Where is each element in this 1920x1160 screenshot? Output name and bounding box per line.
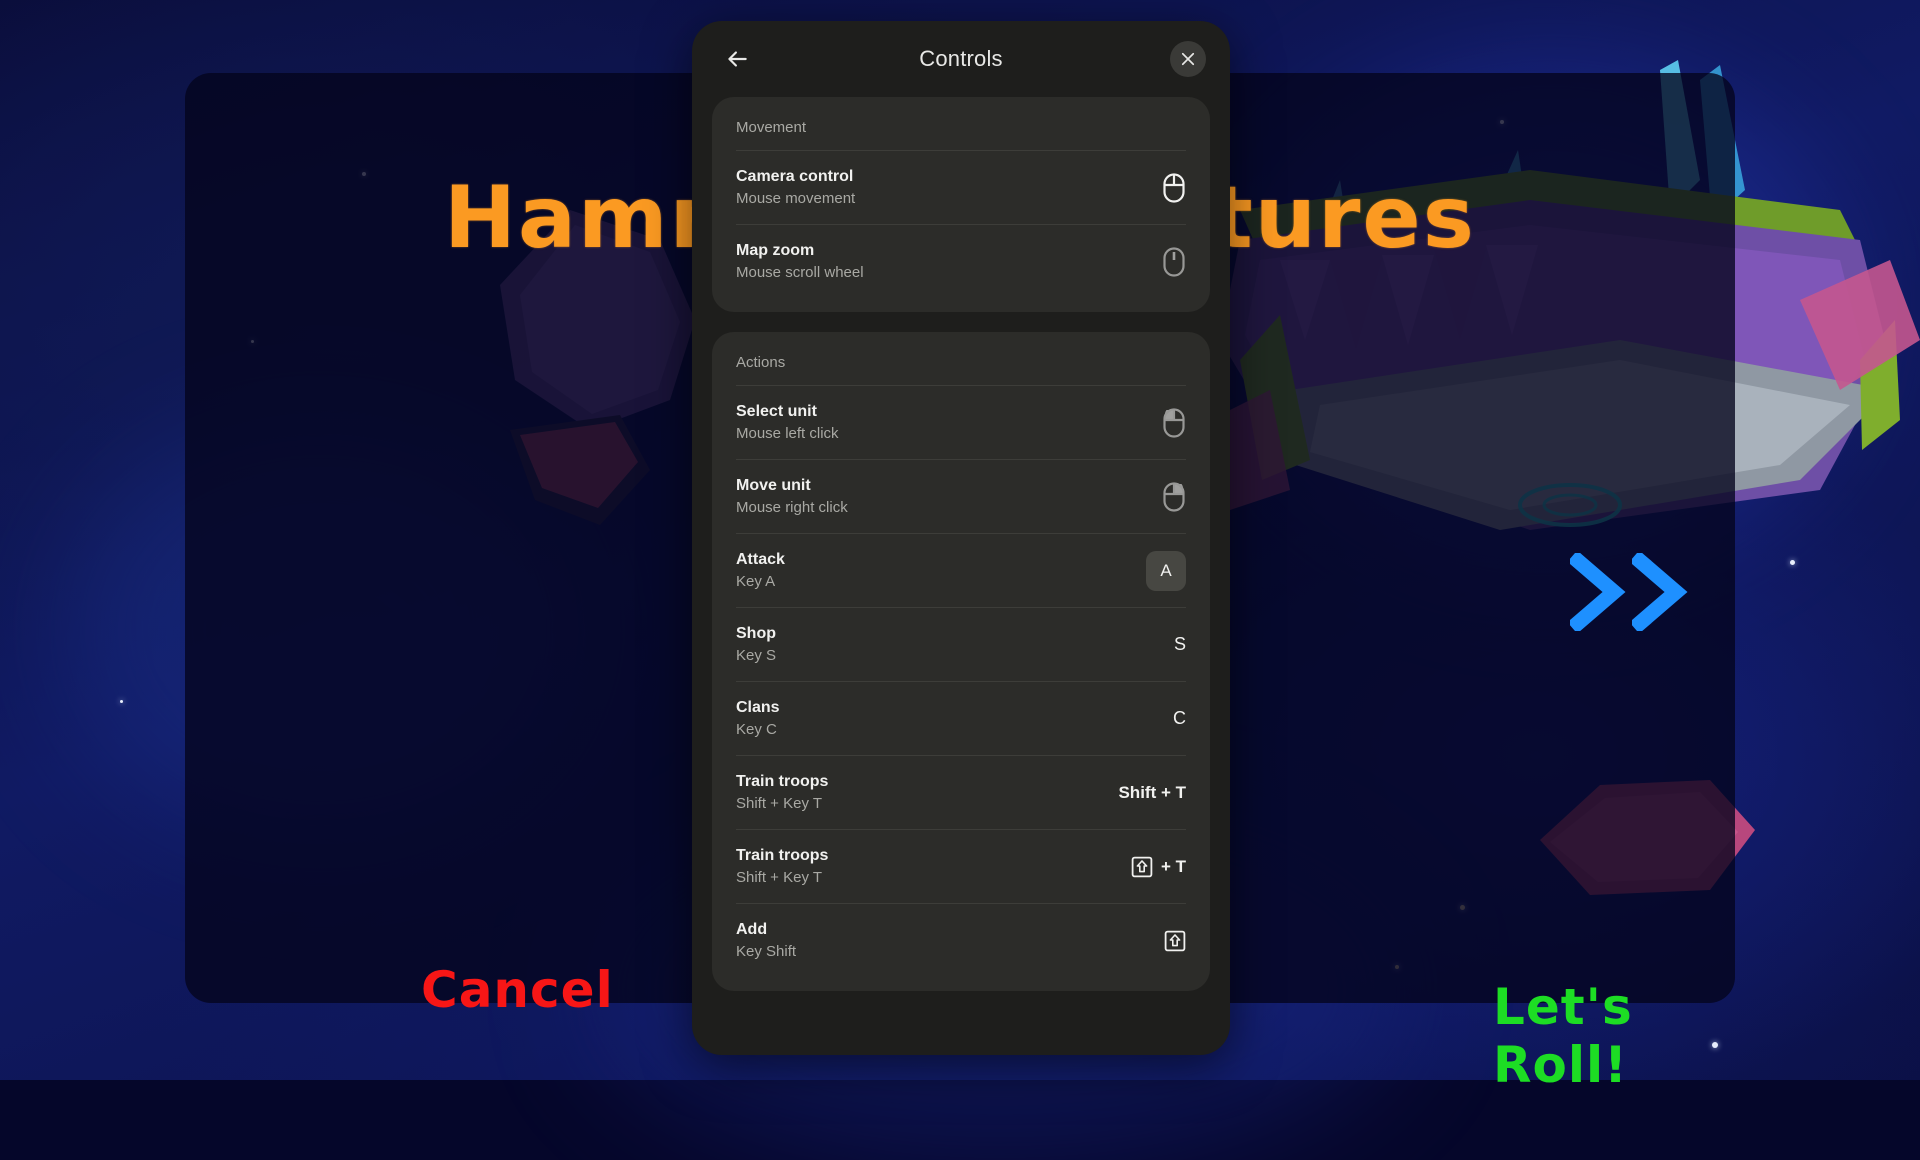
control-label: Train troops xyxy=(736,847,828,865)
close-icon xyxy=(1179,50,1197,68)
key-badge[interactable]: A xyxy=(1146,551,1186,591)
control-row-train-troops-icon[interactable]: Train troops Shift + Key T + T xyxy=(736,829,1186,903)
control-row-select-unit[interactable]: Select unit Mouse left click xyxy=(736,385,1186,459)
page-title: Controls xyxy=(692,46,1230,72)
control-binding xyxy=(1162,407,1186,439)
control-row-camera-control[interactable]: Camera control Mouse movement xyxy=(736,150,1186,224)
key-label: C xyxy=(1173,708,1186,729)
controls-dialog: Controls Movement Camera control Mouse m… xyxy=(692,21,1230,1055)
section-title-actions: Actions xyxy=(736,350,1186,385)
control-binding: + T xyxy=(1131,856,1186,878)
row-texts: Select unit Mouse left click xyxy=(736,403,839,442)
key-combo-label: Shift + T xyxy=(1118,783,1186,803)
control-binding xyxy=(1162,481,1186,513)
control-label: Map zoom xyxy=(736,242,864,260)
control-binding: S xyxy=(1174,634,1186,655)
section-title-movement: Movement xyxy=(736,115,1186,150)
row-texts: Clans Key C xyxy=(736,699,780,738)
key-label: S xyxy=(1174,634,1186,655)
lets-roll-button[interactable]: Let's Roll! xyxy=(1493,978,1735,1094)
control-binding-description: Key A xyxy=(736,573,785,590)
control-row-add[interactable]: Add Key Shift xyxy=(736,903,1186,977)
mouse-left-click-icon xyxy=(1162,407,1186,439)
control-binding-description: Mouse scroll wheel xyxy=(736,264,864,281)
shift-key-icon xyxy=(1164,930,1186,952)
control-binding-description: Mouse right click xyxy=(736,499,848,516)
control-label: Shop xyxy=(736,625,776,643)
row-texts: Map zoom Mouse scroll wheel xyxy=(736,242,864,281)
control-binding-description: Shift + Key T xyxy=(736,869,828,886)
mouse-right-click-icon xyxy=(1162,481,1186,513)
movement-section: Movement Camera control Mouse movement M… xyxy=(712,97,1210,312)
shift-key-icon xyxy=(1131,856,1153,878)
control-row-attack[interactable]: Attack Key A A xyxy=(736,533,1186,607)
row-texts: Train troops Shift + Key T xyxy=(736,773,828,812)
actions-section: Actions Select unit Mouse left click xyxy=(712,332,1210,991)
close-button[interactable] xyxy=(1170,41,1206,77)
control-row-map-zoom[interactable]: Map zoom Mouse scroll wheel xyxy=(736,224,1186,298)
control-label: Attack xyxy=(736,551,785,569)
control-row-shop[interactable]: Shop Key S S xyxy=(736,607,1186,681)
control-label: Select unit xyxy=(736,403,839,421)
control-label: Camera control xyxy=(736,168,855,186)
row-texts: Add Key Shift xyxy=(736,921,796,960)
control-binding-description: Key S xyxy=(736,647,776,664)
star xyxy=(120,700,123,703)
control-binding-description: Key Shift xyxy=(736,943,796,960)
control-binding-description: Mouse movement xyxy=(736,190,855,207)
double-chevron-right-icon xyxy=(1570,553,1688,631)
control-row-clans[interactable]: Clans Key C C xyxy=(736,681,1186,755)
row-texts: Attack Key A xyxy=(736,551,785,590)
dialog-header: Controls xyxy=(692,21,1230,97)
control-row-train-troops-text[interactable]: Train troops Shift + Key T Shift + T xyxy=(736,755,1186,829)
control-binding-description: Shift + Key T xyxy=(736,795,828,812)
control-binding: Shift + T xyxy=(1118,783,1186,803)
control-binding: A xyxy=(1146,551,1186,591)
back-button[interactable] xyxy=(716,38,758,80)
row-texts: Move unit Mouse right click xyxy=(736,477,848,516)
control-row-move-unit[interactable]: Move unit Mouse right click xyxy=(736,459,1186,533)
control-binding: C xyxy=(1173,708,1186,729)
arrow-left-icon xyxy=(724,46,750,72)
mouse-scroll-wheel-icon xyxy=(1162,246,1186,278)
row-texts: Train troops Shift + Key T xyxy=(736,847,828,886)
row-texts: Camera control Mouse movement xyxy=(736,168,855,207)
control-binding xyxy=(1162,246,1186,278)
key-combo-label: + T xyxy=(1161,857,1186,877)
control-label: Clans xyxy=(736,699,780,717)
cancel-button[interactable]: Cancel xyxy=(421,961,614,1019)
control-label: Train troops xyxy=(736,773,828,791)
control-label: Move unit xyxy=(736,477,848,495)
control-binding-description: Mouse left click xyxy=(736,425,839,442)
mouse-icon xyxy=(1162,172,1186,204)
control-binding xyxy=(1162,172,1186,204)
control-binding xyxy=(1164,930,1186,952)
control-binding-description: Key C xyxy=(736,721,780,738)
control-label: Add xyxy=(736,921,796,939)
row-texts: Shop Key S xyxy=(736,625,776,664)
